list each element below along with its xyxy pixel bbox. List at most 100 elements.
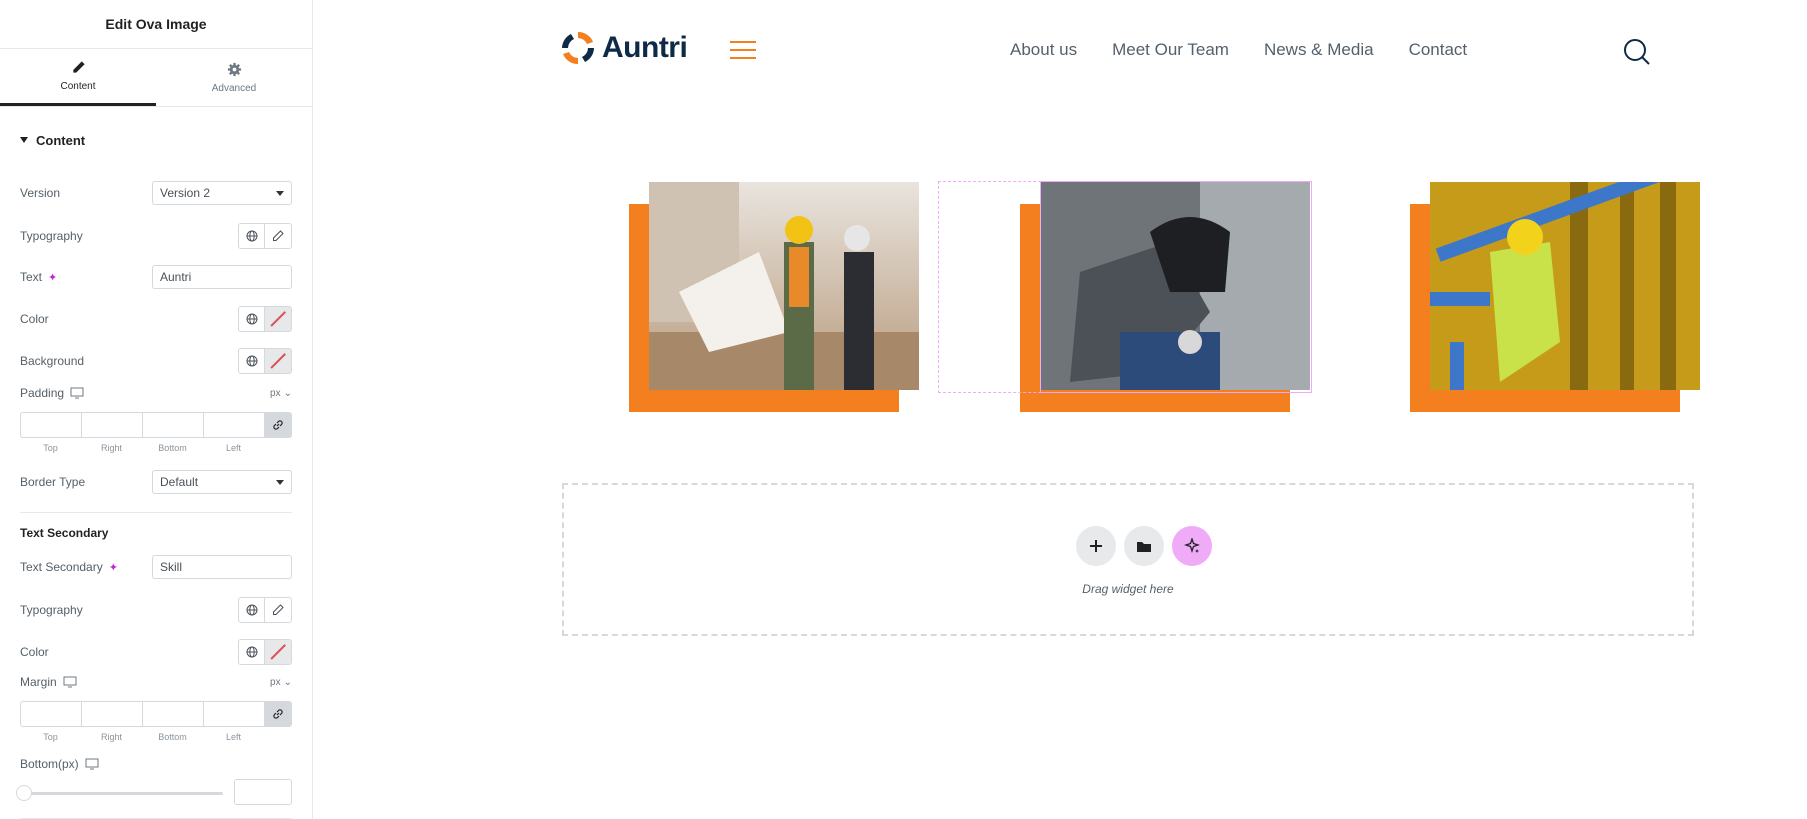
background-label: Background — [20, 354, 85, 368]
color-buttons — [238, 306, 292, 332]
color-secondary-buttons — [238, 639, 292, 665]
section-content-toggle[interactable]: Content — [0, 125, 312, 155]
global-icon[interactable] — [239, 224, 265, 248]
typography-secondary-buttons — [238, 597, 292, 623]
margin-right-input[interactable] — [81, 701, 142, 727]
version-control: Version Version 2 — [20, 181, 292, 205]
typography-label: Typography — [20, 229, 83, 243]
drop-zone-actions — [1076, 526, 1212, 566]
image-card[interactable] — [629, 182, 919, 412]
tab-content-label: Content — [60, 81, 96, 92]
margin-left-input[interactable] — [203, 701, 264, 727]
tab-advanced-label: Advanced — [211, 82, 257, 94]
edit-pencil-icon[interactable] — [265, 224, 291, 248]
text-control: Text ✦ Auntri — [20, 265, 292, 289]
drop-zone[interactable]: Drag widget here — [562, 483, 1694, 636]
padding-unit-select[interactable]: px ⌄ — [270, 388, 292, 399]
text-input[interactable]: Auntri — [152, 265, 292, 289]
padding-label: Padding — [20, 386, 65, 400]
nav-meet-our-team[interactable]: Meet Our Team — [1112, 40, 1229, 60]
color-picker-swatch[interactable] — [265, 307, 291, 331]
color-control: Color — [20, 306, 292, 332]
background-control: Background — [20, 348, 292, 374]
nav-news-media[interactable]: News & Media — [1264, 40, 1374, 60]
bottom-px-label-wrap: Bottom(px) — [20, 757, 99, 771]
side-label: Right — [100, 732, 122, 742]
background-picker-swatch[interactable] — [265, 349, 291, 373]
bottom-px-label: Bottom(px) — [20, 757, 79, 771]
divider — [20, 512, 292, 513]
plus-icon — [1090, 540, 1102, 552]
bottom-px-input[interactable] — [234, 779, 292, 805]
slider-handle[interactable] — [16, 785, 32, 801]
side-label: Bottom — [158, 732, 187, 742]
section-content-title: Content — [36, 132, 86, 148]
desktop-icon[interactable] — [85, 758, 99, 770]
padding-control: Padding px ⌄ — [20, 386, 292, 400]
text-secondary-label-wrap: Text Secondary ✦ — [20, 560, 118, 574]
site-logo[interactable]: Auntri — [558, 28, 688, 68]
text-secondary-control: Text Secondary ✦ Skill — [20, 555, 292, 579]
selected-widget-border — [1040, 181, 1312, 393]
panel-tabs: Content Advanced — [0, 49, 312, 107]
ai-sparkle-icon[interactable]: ✦ — [48, 271, 57, 284]
side-label: Bottom — [158, 443, 187, 453]
margin-bottom-input[interactable] — [142, 701, 203, 727]
tab-content[interactable]: Content — [0, 49, 156, 106]
global-icon[interactable] — [239, 349, 265, 373]
search-icon[interactable] — [1623, 38, 1651, 66]
nav-about-us[interactable]: About us — [1010, 40, 1077, 60]
color-secondary-control: Color — [20, 639, 292, 665]
padding-bottom-input[interactable] — [142, 412, 203, 438]
border-type-select[interactable]: Default — [152, 470, 292, 494]
add-widget-button[interactable] — [1076, 526, 1116, 566]
margin-control: Margin px ⌄ — [20, 675, 292, 689]
version-select[interactable]: Version 2 — [152, 181, 292, 205]
border-type-label: Border Type — [20, 475, 86, 489]
tab-advanced[interactable]: Advanced — [156, 49, 312, 106]
global-icon[interactable] — [239, 307, 265, 331]
panel-title: Edit Ova Image — [0, 0, 312, 49]
text-secondary-input[interactable]: Skill — [152, 555, 292, 579]
logo-text: Auntri — [602, 31, 688, 64]
ai-sparkle-icon[interactable]: ✦ — [109, 561, 118, 574]
link-icon[interactable] — [264, 412, 292, 438]
link-icon[interactable] — [264, 701, 292, 727]
text-secondary-heading: Text Secondary — [20, 526, 109, 540]
template-library-button[interactable] — [1124, 526, 1164, 566]
chevron-down-icon: ⌄ — [283, 387, 292, 399]
desktop-icon[interactable] — [63, 676, 77, 688]
nav-contact[interactable]: Contact — [1409, 40, 1468, 60]
margin-side-labels: Top Right Bottom Left — [20, 732, 264, 742]
padding-label-wrap: Padding — [20, 386, 84, 400]
desktop-icon[interactable] — [70, 387, 84, 399]
edit-pencil-icon[interactable] — [265, 598, 291, 622]
global-icon[interactable] — [239, 640, 265, 664]
color-secondary-label: Color — [20, 645, 49, 659]
side-label: Right — [100, 443, 122, 453]
engineers-photo — [649, 182, 919, 390]
text-secondary-label: Text Secondary — [20, 560, 103, 574]
margin-unit-select[interactable]: px ⌄ — [270, 677, 292, 688]
ai-generate-button[interactable] — [1172, 526, 1212, 566]
typography-buttons — [238, 223, 292, 249]
padding-unit: px — [270, 387, 281, 399]
slider-track — [20, 792, 223, 795]
image-card[interactable] — [1410, 182, 1700, 412]
bottom-px-slider[interactable] — [16, 784, 223, 802]
margin-unit: px — [270, 676, 281, 688]
color-secondary-swatch[interactable] — [265, 640, 291, 664]
version-label: Version — [20, 186, 61, 200]
padding-left-input[interactable] — [203, 412, 264, 438]
side-label: Top — [43, 443, 58, 453]
side-label: Left — [225, 732, 241, 742]
menu-toggle-icon[interactable] — [730, 41, 756, 65]
caret-down-icon — [20, 137, 28, 143]
margin-inputs — [20, 701, 292, 727]
global-icon[interactable] — [239, 598, 265, 622]
side-label: Top — [43, 732, 58, 742]
padding-top-input[interactable] — [20, 412, 81, 438]
padding-right-input[interactable] — [81, 412, 142, 438]
border-type-control: Border Type Default — [20, 470, 292, 494]
margin-top-input[interactable] — [20, 701, 81, 727]
